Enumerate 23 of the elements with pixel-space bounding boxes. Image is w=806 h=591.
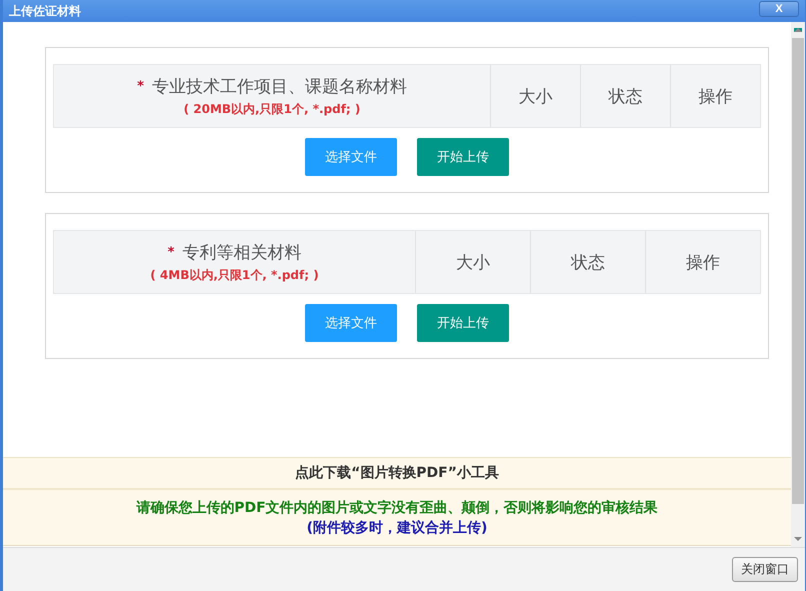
upload-button[interactable]: 开始上传	[417, 138, 509, 176]
required-mark: *	[137, 78, 144, 94]
required-mark: *	[168, 244, 174, 260]
column-header: 状态	[530, 231, 645, 293]
close-window-button[interactable]: 关闭窗口	[732, 557, 798, 582]
download-link[interactable]: 点此下载“图片转换PDF”小工具	[295, 464, 499, 482]
column-header: 专利等相关材料	[182, 242, 302, 264]
column-header: 大小	[490, 65, 580, 127]
select-file-button[interactable]: 选择文件	[305, 304, 397, 342]
file-limit-note: ( 20MB以内,只限1个, *.pdf; )	[184, 100, 360, 118]
window-title: 上传佐证材料	[9, 2, 81, 20]
column-header: 操作	[645, 231, 760, 293]
hint-text: (附件较多时，建议合并上传)	[306, 518, 488, 536]
scrollbar[interactable]	[791, 22, 805, 547]
column-header: 状态	[580, 65, 670, 127]
column-header: 操作	[670, 65, 760, 127]
file-limit-note: ( 4MB以内,只限1个, *.pdf; )	[150, 266, 319, 284]
upload-button[interactable]: 开始上传	[417, 304, 509, 342]
close-button[interactable]: X	[759, 1, 799, 17]
select-file-button[interactable]: 选择文件	[305, 138, 397, 176]
column-header: 大小	[415, 231, 530, 293]
warning-text: 请确保您上传的PDF文件内的图片或文字没有歪曲、颠倒，否则将影响您的审核结果	[136, 498, 658, 516]
column-header: 专业技术工作项目、课题名称材料	[152, 76, 407, 98]
